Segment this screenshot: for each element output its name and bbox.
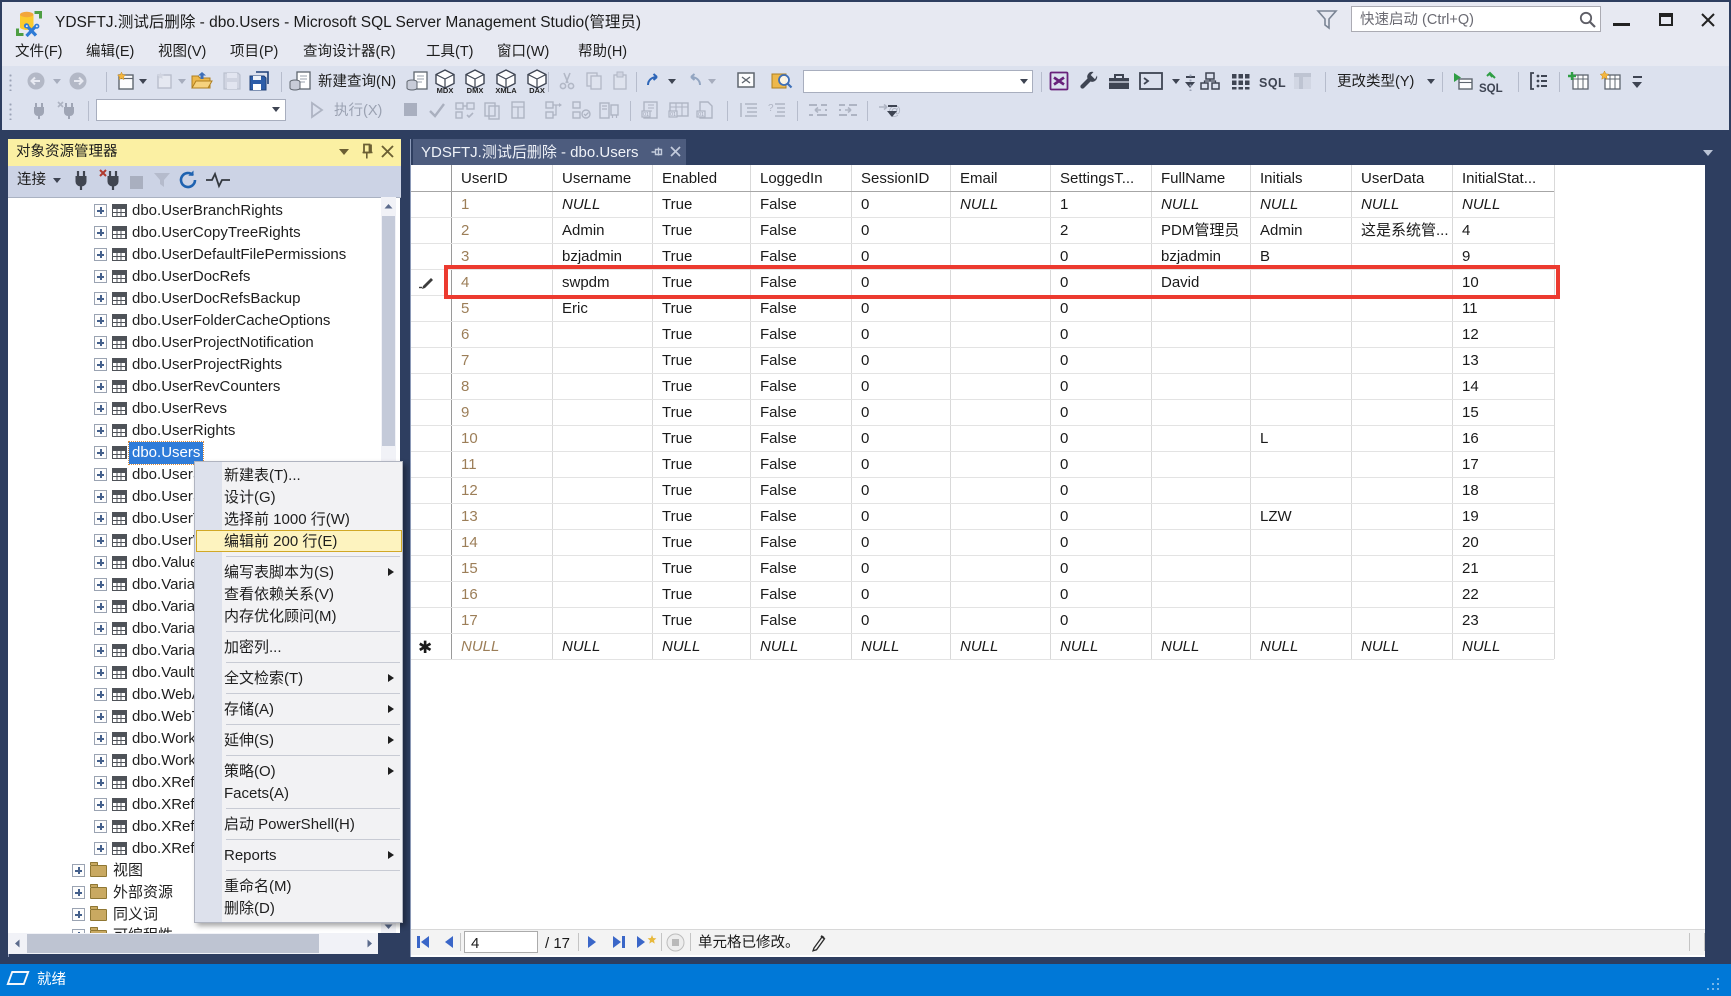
svg-text:?: ? bbox=[768, 103, 774, 114]
svg-text:01: 01 bbox=[670, 112, 676, 118]
svg-text:01: 01 bbox=[698, 112, 704, 118]
svg-text:DAX: DAX bbox=[529, 86, 545, 94]
svg-text:MDX: MDX bbox=[437, 86, 454, 94]
svg-text:01: 01 bbox=[643, 112, 649, 118]
svg-text:XMLA: XMLA bbox=[495, 86, 517, 94]
svg-text:DMX: DMX bbox=[467, 86, 484, 94]
